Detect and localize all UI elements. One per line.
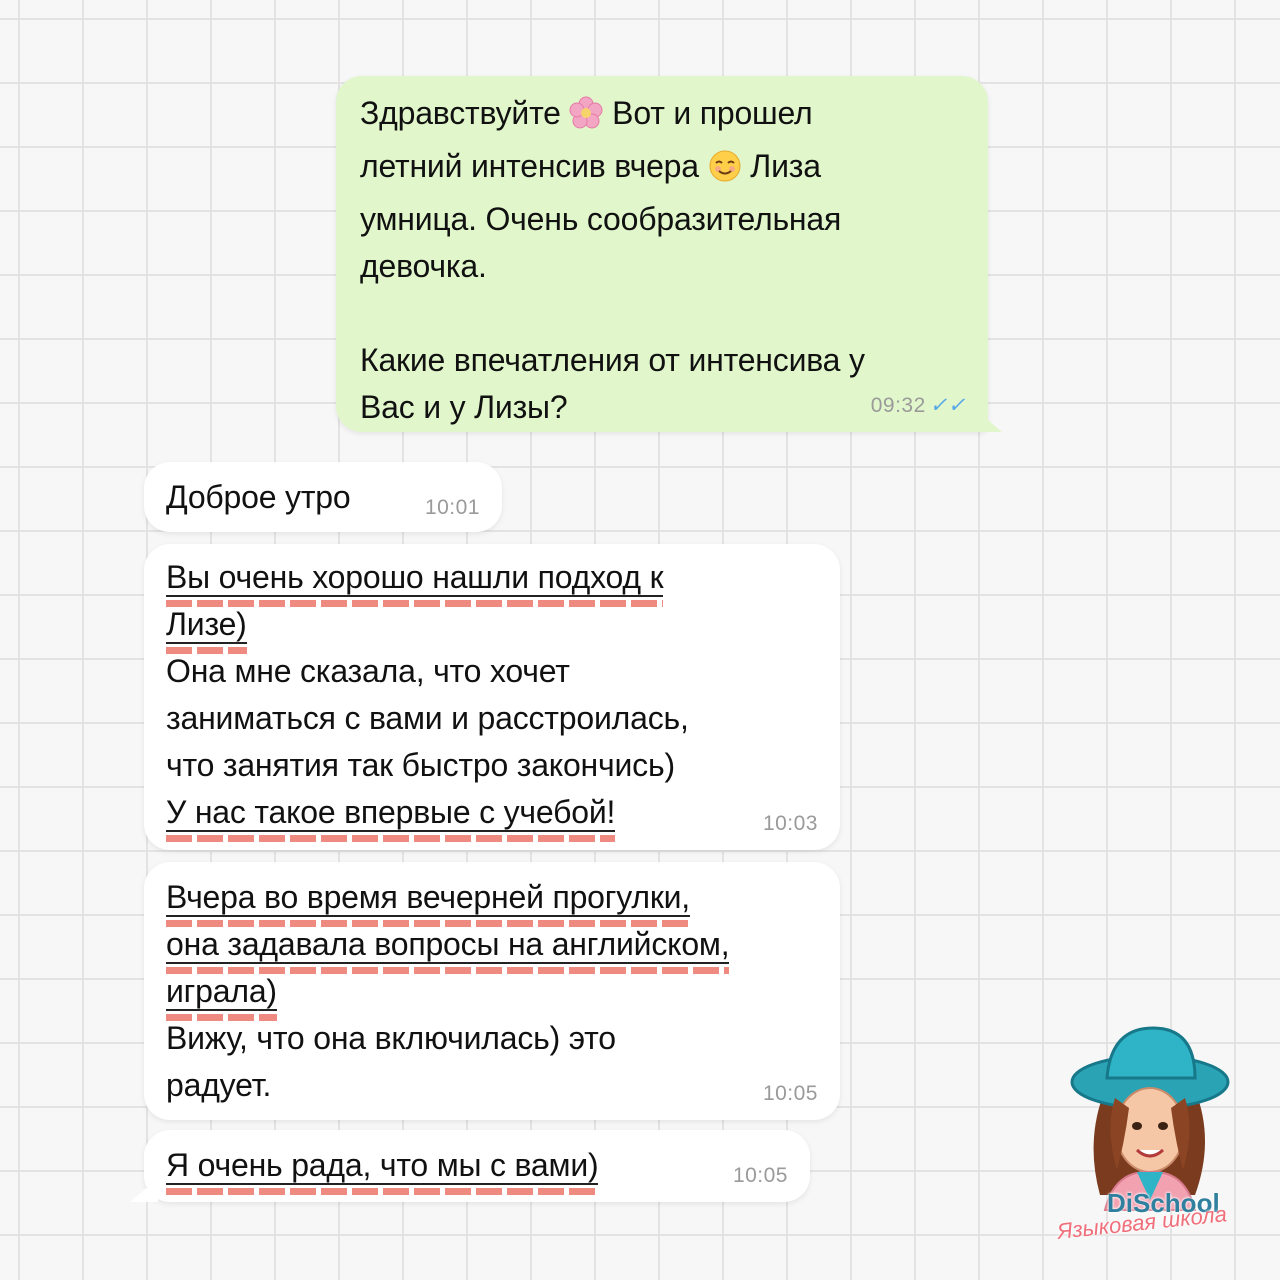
message-line: У нас такое впервые с учебой! xyxy=(166,789,818,842)
dischool-logo: DiSchool Языковая школа xyxy=(1045,1020,1255,1250)
message-line: летний интенсив вчера Лиза xyxy=(360,143,964,196)
highlighted-text: Вы очень хорошо нашли подход к xyxy=(166,559,664,607)
message-time: 10:01 xyxy=(424,496,480,519)
bubble-tail xyxy=(974,408,1002,432)
message-line: заниматься с вами и расстроилась, xyxy=(166,700,689,736)
smiling-face-emoji xyxy=(708,149,742,196)
message-line: умница. Очень сообразительная xyxy=(360,201,842,237)
message-line: что занятия так быстро закончись) xyxy=(166,747,675,783)
incoming-message[interactable]: Вы очень хорошо нашли подход к Лизе) Она… xyxy=(144,544,840,850)
message-time: 09:32 ✓✓ xyxy=(870,394,966,417)
highlighted-text: она задавала вопросы на английском, xyxy=(166,926,730,974)
message-line: радует. xyxy=(166,1067,272,1103)
highlighted-text: Вчера во время вечерней прогулки, xyxy=(166,879,690,927)
bubble-tail xyxy=(130,1178,158,1202)
message-time: 10:03 xyxy=(762,812,818,835)
message-line xyxy=(360,290,964,337)
incoming-message[interactable]: Доброе утро 10:01 xyxy=(144,462,502,532)
message-line: Лизе) xyxy=(166,601,818,654)
message-line: Я очень рада, что мы с вами) xyxy=(166,1142,788,1195)
message-line: Какие впечатления от интенсива у xyxy=(360,342,865,378)
flower-emoji xyxy=(569,96,603,143)
highlighted-text: Я очень рада, что мы с вами) xyxy=(166,1147,599,1195)
incoming-message[interactable]: Вчера во время вечерней прогулки, она за… xyxy=(144,862,840,1120)
message-line: Вижу, что она включилась) это xyxy=(166,1020,616,1056)
message-line: Вчера во время вечерней прогулки, xyxy=(166,874,818,927)
incoming-message[interactable]: Я очень рада, что мы с вами) 10:05 xyxy=(130,1130,810,1202)
message-time: 10:05 xyxy=(732,1164,788,1187)
message-line: она задавала вопросы на английском, xyxy=(166,921,818,974)
highlighted-text: У нас такое впервые с учебой! xyxy=(166,794,616,842)
highlighted-text: играла) xyxy=(166,973,277,1021)
highlighted-text: Лизе) xyxy=(166,606,247,654)
outgoing-message[interactable]: Здравствуйте Вот и прошел летний интенси… xyxy=(336,76,1002,432)
message-line: Вы очень хорошо нашли подход к xyxy=(166,554,818,607)
message-line: Здравствуйте Вот и прошел xyxy=(360,90,964,143)
message-time: 10:05 xyxy=(762,1082,818,1105)
message-line: девочка. xyxy=(360,248,487,284)
read-receipt-icon: ✓✓ xyxy=(929,394,966,417)
message-line: играла) xyxy=(166,968,818,1021)
message-line: Она мне сказала, что хочет xyxy=(166,653,570,689)
